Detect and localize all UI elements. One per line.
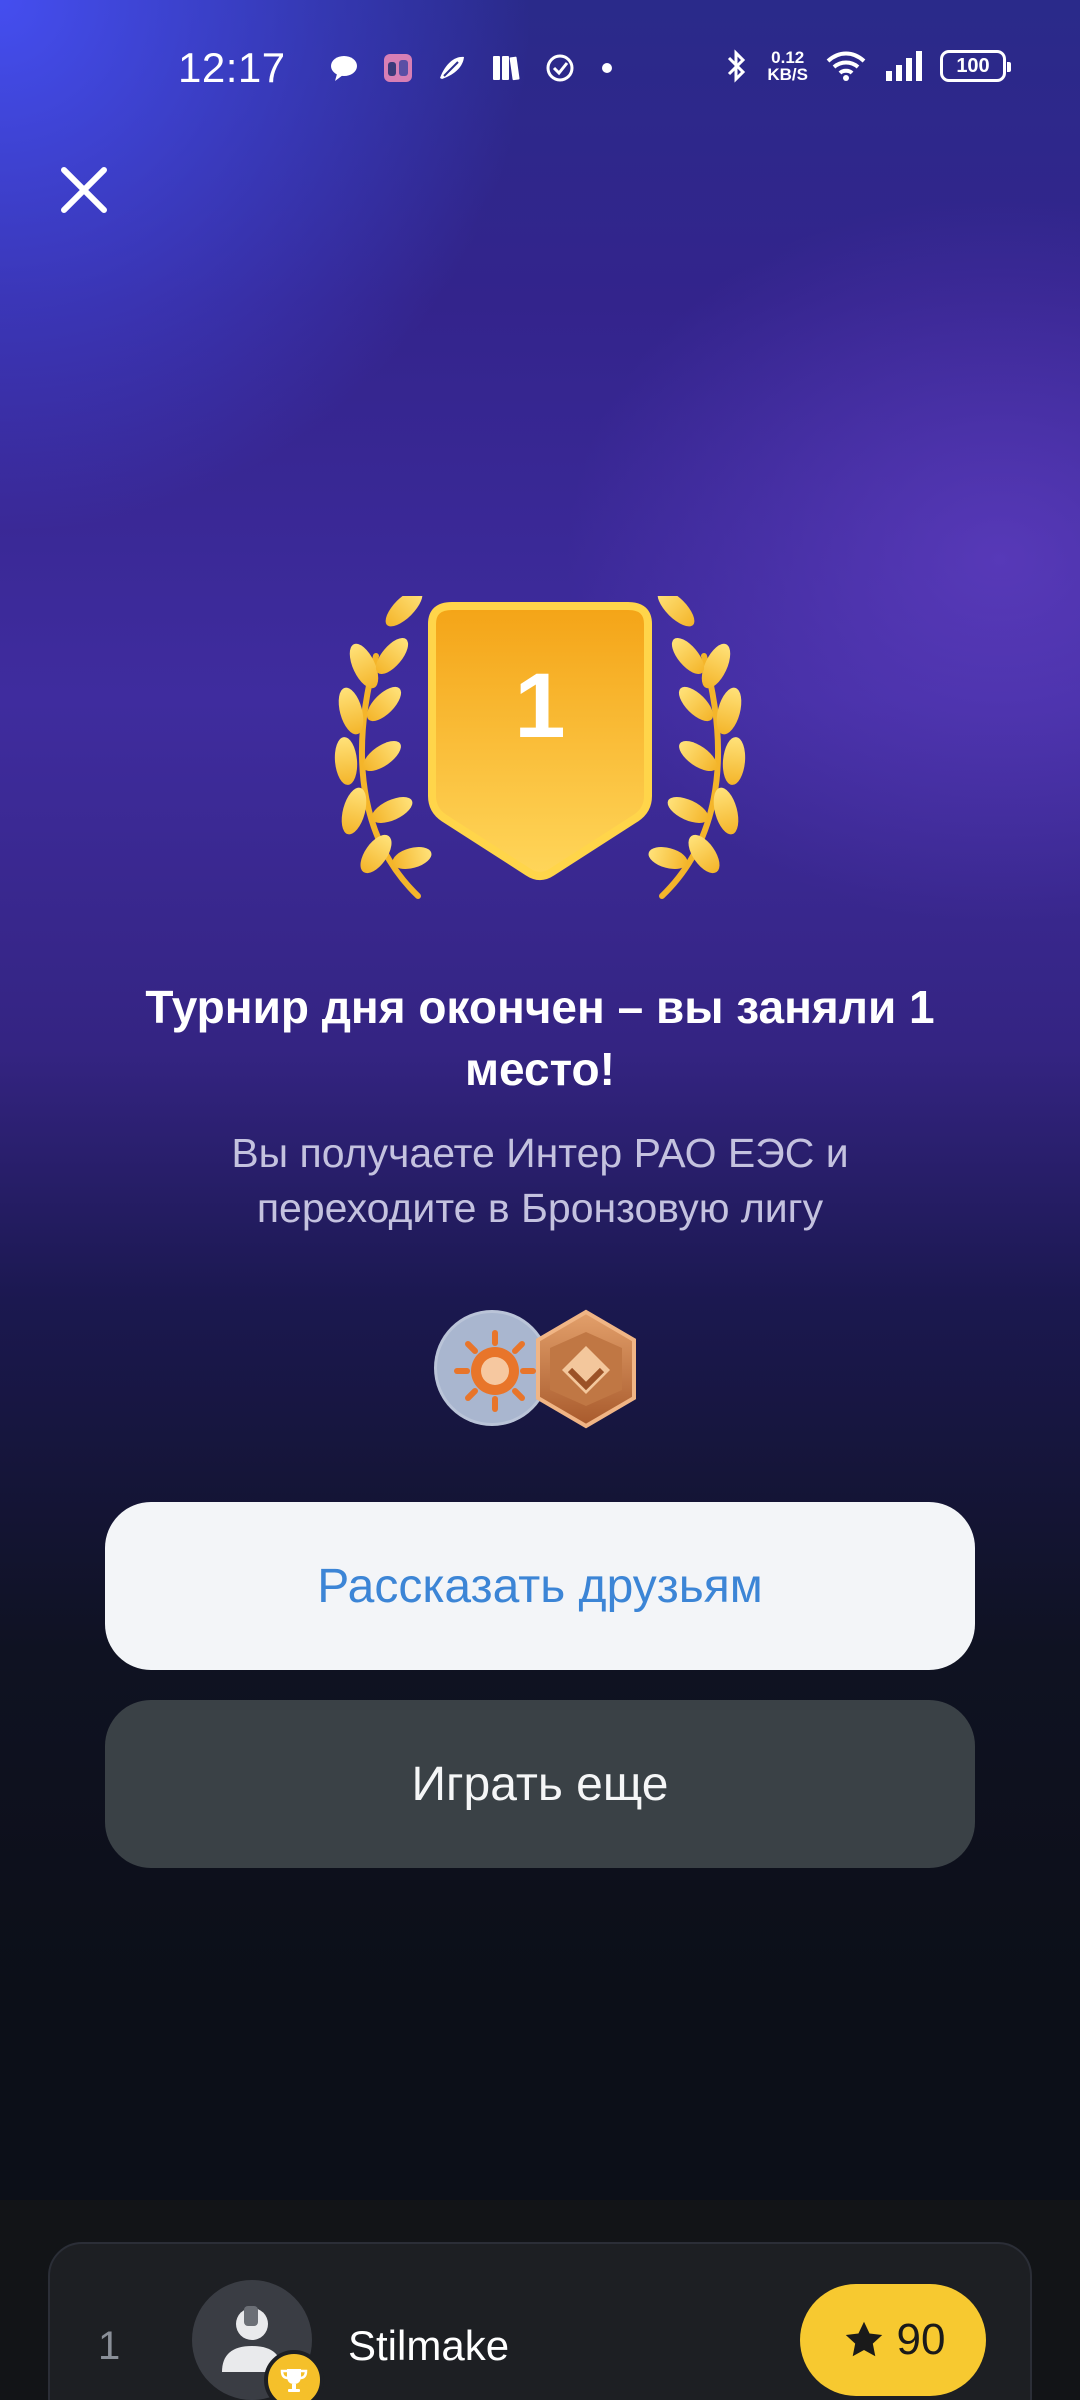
signal-icon <box>886 51 922 81</box>
avatar <box>192 2280 324 2400</box>
leaderboard-username: Stilmake <box>348 2322 510 2369</box>
rewards <box>434 1308 644 1430</box>
close-icon[interactable] <box>56 162 112 218</box>
result-title: Турнир дня окончен – вы заняли 1 место! <box>145 981 935 1095</box>
bluetooth-icon <box>728 49 746 83</box>
play-again-button[interactable]: Играть еще <box>105 1700 975 1868</box>
status-time: 12:17 <box>178 44 286 91</box>
tournament-result-screen: 12:17 0.12 KB/S 100 1 Турнир дня окончен… <box>0 0 1080 2400</box>
score-badge: 90 <box>800 2284 986 2396</box>
score-value: 90 <box>896 2315 946 2364</box>
net-speed: 0.12 KB/S <box>767 48 808 84</box>
notification-icons <box>328 52 612 84</box>
dot-icon <box>602 63 612 73</box>
feather-icon <box>440 56 464 79</box>
app-thumbnail-icon <box>384 54 412 82</box>
status-bar: 12:17 0.12 KB/S 100 <box>0 0 1080 140</box>
battery-icon: 100 <box>940 50 1011 82</box>
chat-bubble-icon <box>331 56 357 81</box>
star-icon <box>845 2321 882 2357</box>
leaderboard-rank: 1 <box>98 2324 121 2368</box>
place-number: 1 <box>514 655 566 757</box>
share-button-label: Рассказать друзьям <box>317 1559 763 1613</box>
library-icon <box>493 56 520 81</box>
check-circle-icon <box>546 54 574 82</box>
left-laurel <box>334 596 432 899</box>
wifi-icon <box>826 51 866 81</box>
right-laurel <box>648 596 746 899</box>
play-again-button-label: Играть еще <box>411 1757 669 1811</box>
system-icons: 0.12 KB/S 100 <box>723 48 1011 84</box>
bronze-league-badge-icon <box>536 1309 636 1429</box>
trophy-badge-icon <box>264 2350 324 2400</box>
share-with-friends-button[interactable]: Рассказать друзьям <box>105 1502 975 1670</box>
leaderboard-row[interactable]: 1 Stilmake 90 <box>48 2242 1032 2400</box>
result-subtitle: Вы получаете Интер РАО ЕЭС и переходите … <box>231 1130 849 1231</box>
